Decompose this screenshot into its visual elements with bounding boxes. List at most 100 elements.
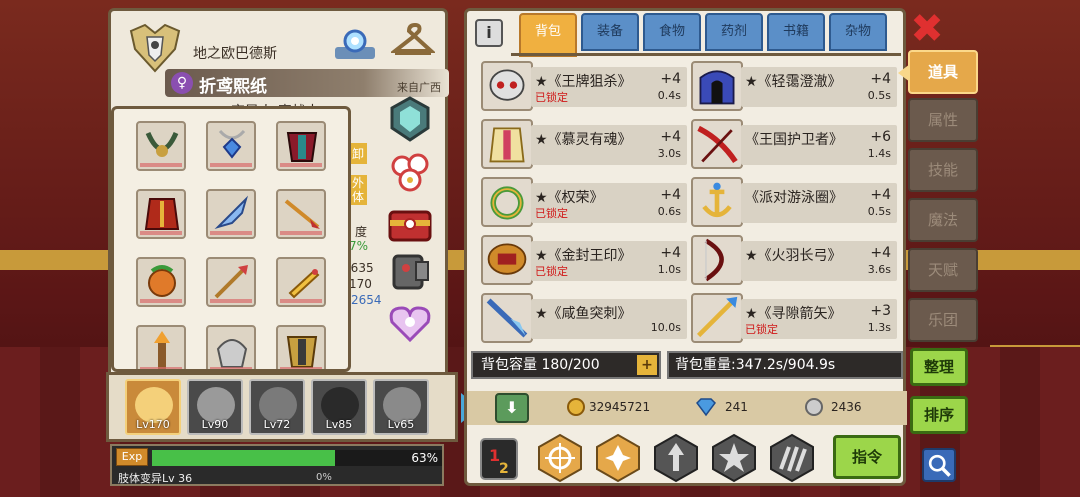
- nav-band[interactable]: 乐团: [908, 298, 978, 342]
- equip-slot[interactable]: [136, 325, 186, 369]
- equip-slot[interactable]: [206, 189, 256, 239]
- inventory-item[interactable]: 《派对游泳圈》 +4 0.5s: [691, 177, 897, 227]
- nav-skills[interactable]: 技能: [908, 148, 978, 192]
- inventory-item[interactable]: ★《火羽长弓》 +4 3.6s: [691, 235, 897, 285]
- spear-icon: [284, 199, 320, 229]
- shield-gem-icon[interactable]: [388, 96, 432, 142]
- necklace-icon: [145, 131, 179, 157]
- equip-slot[interactable]: [136, 257, 186, 307]
- inventory-item[interactable]: ★《寻隙箭矢》 +3 已锁定 1.3s: [691, 293, 897, 343]
- arrow-skill-icon[interactable]: [651, 433, 701, 483]
- arrow-icon: [691, 293, 743, 343]
- stat-mana: 2654: [351, 293, 382, 307]
- inventory-item[interactable]: ★《慕灵有魂》 +4 3.0s: [481, 119, 687, 169]
- hero-level: Lv72: [263, 418, 291, 431]
- item-plus: +4: [870, 71, 891, 87]
- info-button[interactable]: i: [475, 19, 503, 47]
- claw-icon: [216, 339, 248, 368]
- search-icon[interactable]: [922, 448, 956, 482]
- inventory-item[interactable]: ★《权荣》 +4 已锁定 0.6s: [481, 177, 687, 227]
- hero-slot[interactable]: Lv85: [311, 379, 367, 435]
- sort-button[interactable]: 排序: [910, 396, 968, 434]
- golden-robe-icon: [481, 119, 533, 169]
- star-skill-icon[interactable]: [709, 433, 759, 483]
- equip-slot[interactable]: [276, 121, 326, 171]
- hero-level: Lv65: [387, 418, 415, 431]
- sort-order-text-2: 2: [499, 461, 509, 477]
- crown-chest-icon[interactable]: [386, 200, 434, 246]
- item-plus: +3: [870, 303, 891, 319]
- tab-misc[interactable]: 杂物: [829, 13, 887, 51]
- command-button[interactable]: 指令: [833, 435, 901, 479]
- nav-talent[interactable]: 天赋: [908, 248, 978, 292]
- equip-slot[interactable]: [276, 325, 326, 369]
- hero-level: Lv90: [201, 418, 229, 431]
- hero-slot[interactable]: Lv65: [373, 379, 429, 435]
- shuriken-skill-icon[interactable]: [593, 433, 643, 483]
- bag-capacity-label: 背包容量 180/200: [481, 357, 600, 373]
- gauntlet-icon[interactable]: [386, 248, 434, 294]
- nav-items[interactable]: 道具: [908, 50, 978, 94]
- equip-slot[interactable]: [206, 257, 256, 307]
- hero-slot[interactable]: Lv72: [249, 379, 305, 435]
- claw-skill-icon[interactable]: [767, 433, 817, 483]
- tab-books[interactable]: 书籍: [767, 13, 825, 51]
- item-name: ★《王牌狙杀》: [535, 74, 632, 90]
- item-name: 《王国护卫者》: [745, 132, 843, 148]
- item-body: ★《寻隙箭矢》 +3 已锁定 1.3s: [741, 299, 897, 339]
- item-plus: +4: [870, 187, 891, 203]
- hanger-icon[interactable]: [391, 21, 435, 61]
- item-plus: +6: [870, 129, 891, 145]
- organize-button[interactable]: 整理: [910, 348, 968, 386]
- expand-capacity-button[interactable]: +: [637, 355, 657, 375]
- heart-bunny-icon[interactable]: [386, 298, 434, 346]
- item-weight: 0.5s: [867, 89, 891, 102]
- character-name: 折鸢熙纸: [199, 77, 267, 97]
- equip-slot[interactable]: [136, 121, 186, 171]
- tab-equipment[interactable]: 装备: [581, 13, 639, 51]
- bag-capacity: 背包容量 180/200 +: [471, 351, 661, 379]
- item-plus: +4: [660, 129, 681, 145]
- flower-bouquet-icon[interactable]: [386, 148, 434, 196]
- tab-food[interactable]: 食物: [643, 13, 701, 51]
- sort-order-icon[interactable]: 1 2: [477, 433, 521, 483]
- inventory-item[interactable]: 《王国护卫者》 +6 1.4s: [691, 119, 897, 169]
- equip-slot[interactable]: [206, 325, 256, 369]
- item-name: ★《火羽长弓》: [745, 248, 842, 264]
- close-icon[interactable]: ✖: [908, 9, 946, 49]
- equip-slot[interactable]: [276, 257, 326, 307]
- item-weight: 10.0s: [650, 321, 681, 334]
- tab-bag[interactable]: 背包: [519, 13, 577, 57]
- hero-slot[interactable]: Lv170: [125, 379, 181, 435]
- unequip-label[interactable]: 卸: [349, 143, 368, 164]
- item-name: ★《轻霭澄澈》: [745, 74, 842, 90]
- equip-slot[interactable]: [276, 189, 326, 239]
- item-lock: 已锁定: [535, 207, 568, 220]
- tab-potion[interactable]: 药剂: [705, 13, 763, 51]
- inventory-item[interactable]: ★《轻霭澄澈》 +4 0.5s: [691, 61, 897, 111]
- nav-attributes[interactable]: 属性: [908, 98, 978, 142]
- item-name: ★《慕灵有魂》: [535, 132, 632, 148]
- golden-seal-icon: [481, 235, 533, 285]
- character-header: 地之欧巴德斯: [119, 17, 441, 73]
- item-body: ★《金封王印》 +4 已锁定 1.0s: [531, 241, 687, 281]
- inventory-item[interactable]: ★《王牌狙杀》 +4 已锁定 0.4s: [481, 61, 687, 111]
- target-skill-icon[interactable]: [535, 433, 585, 483]
- item-plus: +4: [660, 245, 681, 261]
- store-chest-icon[interactable]: ⬇: [495, 393, 529, 423]
- red-crossbow-icon: [691, 119, 743, 169]
- item-lock: 已锁定: [745, 323, 778, 336]
- hero-slot[interactable]: Lv90: [187, 379, 243, 435]
- appearance-label[interactable]: 外体: [349, 175, 368, 205]
- equip-slot[interactable]: [136, 189, 186, 239]
- equip-slot[interactable]: [206, 121, 256, 171]
- amulet-icon: [218, 129, 246, 159]
- stat-value: 170: [349, 277, 372, 291]
- crystal-icon[interactable]: [333, 21, 377, 61]
- item-name: ★《寻隙箭矢》: [745, 306, 842, 322]
- inventory-item[interactable]: ★《金封王印》 +4 已锁定 1.0s: [481, 235, 687, 285]
- nav-magic[interactable]: 魔法: [908, 198, 978, 242]
- item-name: ★《咸鱼突刺》: [535, 306, 632, 322]
- torch-icon: [154, 331, 170, 369]
- inventory-item[interactable]: ★《咸鱼突刺》 10.0s: [481, 293, 687, 343]
